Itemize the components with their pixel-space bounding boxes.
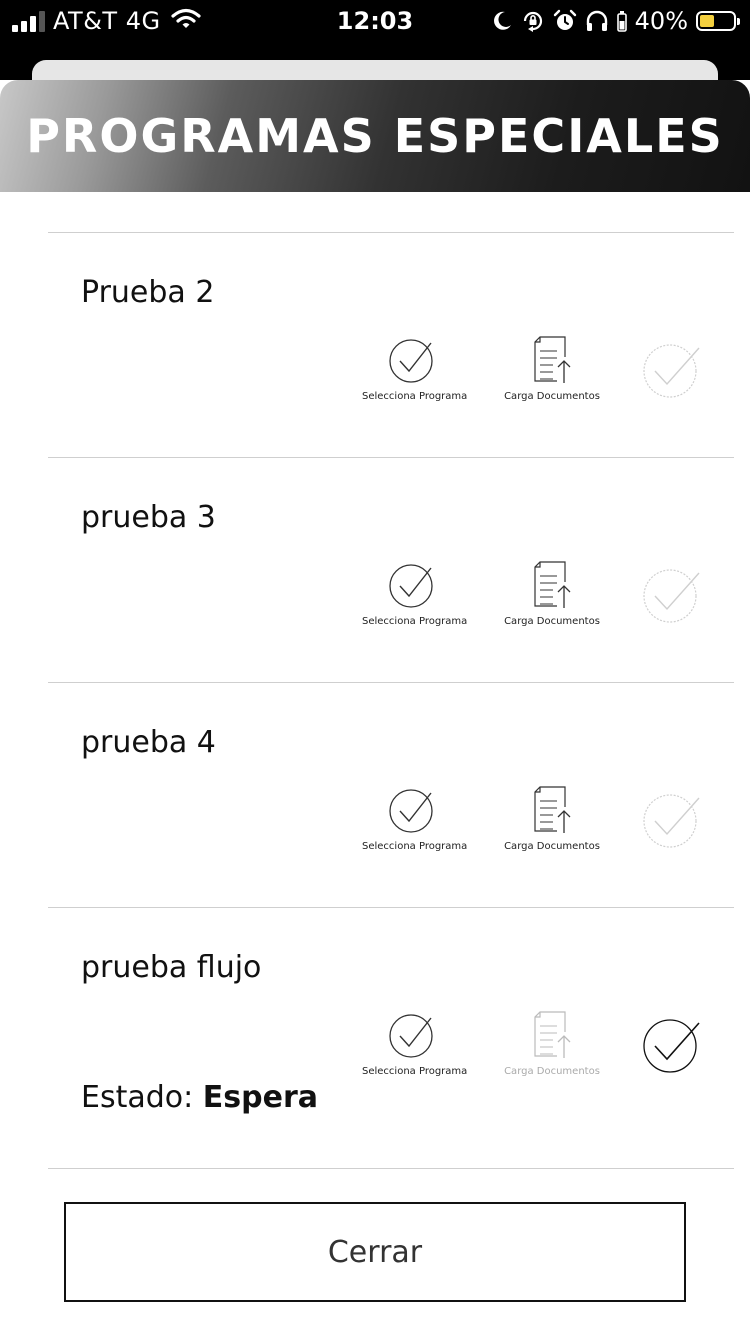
battery-small-icon <box>616 10 627 32</box>
program-item: prueba 4 Selecciona Programa Carga Docum… <box>48 682 734 907</box>
check-circle-icon <box>643 794 700 848</box>
battery-icon <box>696 11 740 31</box>
step-label: Carga Documentos <box>504 1066 600 1077</box>
rotation-lock-icon <box>521 9 545 33</box>
step-complete <box>642 791 702 851</box>
check-circle-icon <box>389 789 433 833</box>
status-label: Estado: <box>81 1080 194 1115</box>
step-upload-documents[interactable]: Carga Documentos <box>502 335 602 403</box>
program-name: prueba flujo <box>81 950 262 985</box>
moon-icon <box>491 10 513 32</box>
check-circle-icon <box>643 344 700 398</box>
step-upload-documents[interactable]: Carga Documentos <box>502 785 602 853</box>
document-upload-icon <box>534 1011 571 1058</box>
check-circle-icon <box>643 1019 700 1073</box>
step-select-program[interactable]: Selecciona Programa <box>362 335 468 403</box>
program-item: Prueba 2 Selecciona Programa Carga Docum… <box>48 232 734 457</box>
document-upload-icon <box>534 786 571 833</box>
step-select-program[interactable]: Selecciona Programa <box>362 560 468 628</box>
step-label: Carga Documentos <box>504 616 600 627</box>
program-item: prueba flujo Selecciona Programa Carga D… <box>48 907 734 1169</box>
step-label: Carga Documentos <box>504 391 600 402</box>
step-select-program[interactable]: Selecciona Programa <box>362 1010 468 1078</box>
document-upload-icon <box>534 561 571 608</box>
check-circle-icon <box>389 564 433 608</box>
step-upload-documents[interactable]: Carga Documentos <box>502 560 602 628</box>
step-select-program[interactable]: Selecciona Programa <box>362 785 468 853</box>
modal-header: PROGRAMAS ESPECIALES <box>0 80 750 192</box>
status-value: Espera <box>202 1080 319 1115</box>
page-title: PROGRAMAS ESPECIALES <box>26 109 724 163</box>
step-label: Selecciona Programa <box>362 391 468 402</box>
alarm-icon <box>553 9 577 33</box>
step-complete <box>642 566 702 626</box>
check-circle-icon <box>389 339 433 383</box>
close-button[interactable]: Cerrar <box>64 1202 686 1302</box>
program-name: prueba 4 <box>81 725 216 760</box>
program-list: Prueba 2 Selecciona Programa Carga Docum… <box>48 232 734 1169</box>
step-label: Selecciona Programa <box>362 1066 468 1077</box>
step-label: Carga Documentos <box>504 841 600 852</box>
document-upload-icon <box>534 336 571 383</box>
battery-percent: 40% <box>634 7 688 35</box>
step-complete <box>642 1016 702 1076</box>
step-label: Selecciona Programa <box>362 616 468 627</box>
check-circle-icon <box>643 569 700 623</box>
headphones-icon <box>585 10 609 32</box>
program-name: Prueba 2 <box>81 275 215 310</box>
step-label: Selecciona Programa <box>362 841 468 852</box>
program-status: Estado: Espera <box>81 1078 318 1118</box>
program-item: prueba 3 Selecciona Programa Carga Docum… <box>48 457 734 682</box>
check-circle-icon <box>389 1014 433 1058</box>
battery-level <box>700 15 714 27</box>
step-complete <box>642 341 702 401</box>
program-name: prueba 3 <box>81 500 216 535</box>
step-upload-documents: Carga Documentos <box>502 1010 602 1078</box>
